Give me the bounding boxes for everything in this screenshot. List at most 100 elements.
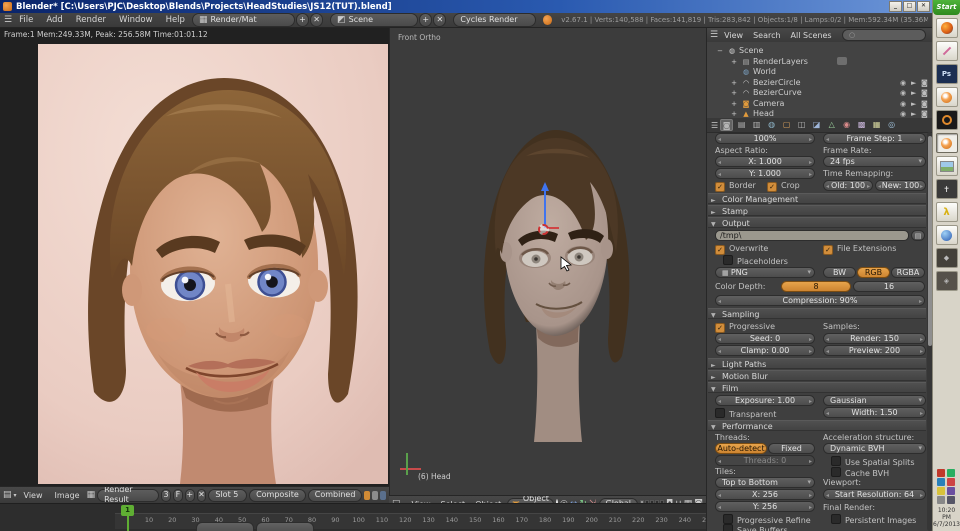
taskbar-character-app-icon[interactable]: λ bbox=[935, 202, 958, 222]
tab-modifiers[interactable]: ◪ bbox=[810, 119, 823, 131]
expand-icon[interactable]: + bbox=[729, 109, 739, 118]
visibility-eye-icon[interactable]: ◉ bbox=[900, 78, 906, 88]
frame-step-slider[interactable]: Frame Step: 1 bbox=[823, 133, 926, 144]
file-browse-button[interactable]: ▤ bbox=[911, 230, 925, 241]
maximize-button[interactable]: □ bbox=[903, 1, 916, 12]
tab-scene[interactable]: ▥ bbox=[750, 119, 763, 131]
info-editor-icon[interactable]: ☰ bbox=[4, 15, 12, 25]
seed-slider[interactable]: Seed: 0 bbox=[715, 333, 815, 344]
panel-film[interactable]: Film bbox=[708, 382, 926, 395]
taskbar-blender-icon[interactable] bbox=[935, 87, 958, 107]
panel-performance[interactable]: Performance bbox=[708, 420, 926, 433]
menu-help[interactable]: Help bbox=[160, 15, 191, 25]
threads-count-slider[interactable]: Threads: 0 bbox=[715, 455, 815, 466]
tab-particles[interactable]: ▦ bbox=[870, 119, 883, 131]
persistent-images-checkbox[interactable]: Persistent Images bbox=[831, 514, 916, 526]
panel-sampling[interactable]: Sampling bbox=[708, 308, 926, 321]
outliner-scope-selector[interactable]: All Scenes bbox=[787, 31, 836, 40]
outliner-row-scene[interactable]: − ◍ Scene bbox=[707, 46, 932, 56]
render-layer-selector[interactable]: Composite bbox=[249, 488, 306, 502]
filter-type-dropdown[interactable]: Gaussian bbox=[823, 395, 926, 406]
zbuffer-channel-icon[interactable] bbox=[380, 490, 386, 500]
manipulator-z-arrow-icon[interactable] bbox=[541, 182, 549, 191]
outliner-row-head[interactable]: + ▲ Head ◉ ► ◙ bbox=[707, 109, 932, 118]
outliner-menu-search[interactable]: Search bbox=[749, 31, 784, 40]
manipulator-z-axis[interactable] bbox=[544, 190, 546, 228]
selectability-arrow-icon[interactable]: ► bbox=[911, 99, 916, 109]
menu-file[interactable]: File bbox=[13, 15, 39, 25]
image-menu-view[interactable]: View bbox=[19, 491, 48, 500]
depth-8-button[interactable]: 8 bbox=[781, 281, 851, 292]
taskbar-photoshop-icon[interactable]: Ps bbox=[935, 64, 958, 84]
tab-render[interactable]: ◙ bbox=[720, 119, 734, 131]
taskbar-app-dark-icon[interactable]: ✝ bbox=[935, 179, 958, 199]
taskbar-app-b-icon[interactable]: ◈ bbox=[935, 271, 958, 291]
tab-object-data[interactable]: △ bbox=[825, 119, 838, 131]
render-samples-slider[interactable]: Render: 150 bbox=[823, 333, 926, 344]
outliner-row-world[interactable]: ◍ World bbox=[707, 67, 932, 77]
menu-add[interactable]: Add bbox=[40, 15, 68, 25]
preview-samples-slider[interactable]: Preview: 200 bbox=[823, 345, 926, 356]
close-button[interactable]: ✕ bbox=[917, 1, 930, 12]
transparent-checkbox[interactable]: Transparent bbox=[715, 408, 776, 420]
tab-constraints[interactable]: ◫ bbox=[795, 119, 808, 131]
expand-icon[interactable]: + bbox=[729, 78, 739, 88]
time-remap-old-slider[interactable]: Old: 100 bbox=[823, 180, 873, 191]
viewport-head-model[interactable] bbox=[456, 112, 656, 442]
file-extensions-checkbox[interactable]: File Extensions bbox=[823, 244, 896, 255]
output-path-field[interactable]: /tmp\ bbox=[715, 230, 909, 241]
scrollbar-thumb[interactable] bbox=[927, 136, 932, 346]
time-remap-new-slider[interactable]: New: 100 bbox=[875, 180, 926, 191]
tab-physics[interactable]: ◎ bbox=[885, 119, 898, 131]
expand-icon[interactable]: − bbox=[715, 46, 725, 56]
border-checkbox[interactable]: Border bbox=[715, 181, 756, 192]
outliner-editor-type-icon[interactable]: ☰ bbox=[710, 30, 718, 40]
selectability-arrow-icon[interactable]: ► bbox=[911, 109, 916, 118]
add-layout-button[interactable]: + bbox=[295, 13, 309, 27]
image-editor-type-icon[interactable]: ▤ bbox=[3, 490, 12, 500]
taskbar-image-viewer-icon[interactable] bbox=[935, 156, 958, 176]
timeline-region[interactable]: 10 20 30 40 50 60 70 80 90 100 110 120 130 140 150 160 1… bbox=[0, 503, 706, 531]
render-pass-selector[interactable]: Combined bbox=[307, 488, 363, 502]
unlink-image-button[interactable]: ✕ bbox=[196, 488, 207, 502]
placeholders-checkbox[interactable]: Placeholders bbox=[723, 255, 788, 267]
header-collapse-icon[interactable]: ▾ bbox=[14, 492, 17, 499]
tile-x-slider[interactable]: X: 256 bbox=[715, 489, 815, 500]
expand-icon[interactable]: + bbox=[729, 88, 739, 98]
bw-button[interactable]: BW bbox=[823, 267, 856, 278]
tab-render-layers[interactable]: ▤ bbox=[735, 119, 748, 131]
alpha-channel-icon[interactable] bbox=[372, 490, 379, 500]
delete-layout-button[interactable]: ✕ bbox=[309, 13, 324, 27]
save-buffers-checkbox[interactable]: Save Buffers bbox=[723, 524, 788, 531]
scene-selector[interactable]: ◩ Scene bbox=[330, 13, 419, 27]
tab-object[interactable]: ▢ bbox=[780, 119, 793, 131]
menu-window[interactable]: Window bbox=[113, 15, 159, 25]
image-datablock-field[interactable]: Render Result bbox=[97, 487, 160, 503]
tab-world[interactable]: ◍ bbox=[765, 119, 778, 131]
outliner-search-input[interactable]: ○ bbox=[842, 29, 926, 41]
depth-16-button[interactable]: 16 bbox=[853, 281, 925, 292]
fps-dropdown[interactable]: 24 fps bbox=[823, 156, 926, 167]
rgba-button[interactable]: RGBA bbox=[891, 267, 925, 278]
compression-slider[interactable]: Compression: 90% bbox=[715, 295, 925, 306]
fake-user-button[interactable]: F bbox=[172, 488, 183, 502]
file-format-dropdown[interactable]: ▦ PNG bbox=[715, 267, 815, 278]
window-titlebar[interactable]: Blender* [C:\Users\PJC\Desktop\Blends\Pr… bbox=[0, 0, 932, 13]
tab-material[interactable]: ◉ bbox=[840, 119, 853, 131]
visibility-eye-icon[interactable]: ◉ bbox=[900, 109, 906, 118]
rgb-button[interactable]: RGB bbox=[857, 267, 890, 278]
minimize-button[interactable]: _ bbox=[889, 1, 902, 12]
selectability-arrow-icon[interactable]: ► bbox=[911, 78, 916, 88]
taskbar-firefox-icon[interactable] bbox=[935, 18, 958, 38]
new-image-button[interactable]: + bbox=[184, 488, 195, 502]
crop-checkbox[interactable]: Crop bbox=[767, 181, 800, 192]
renderability-camera-icon[interactable]: ◙ bbox=[921, 78, 928, 88]
taskbar-app-a-icon[interactable]: ◆ bbox=[935, 248, 958, 268]
aspect-y-slider[interactable]: Y: 1.000 bbox=[715, 168, 815, 179]
timeline-start-frame-field[interactable] bbox=[196, 522, 254, 531]
color-channel-icon[interactable] bbox=[364, 490, 371, 500]
start-resolution-slider[interactable]: Start Resolution: 64 bbox=[823, 489, 926, 500]
delete-scene-button[interactable]: ✕ bbox=[433, 13, 447, 27]
bvh-type-dropdown[interactable]: Dynamic BVH bbox=[823, 443, 926, 454]
taskbar-media-app-icon[interactable] bbox=[935, 110, 958, 130]
